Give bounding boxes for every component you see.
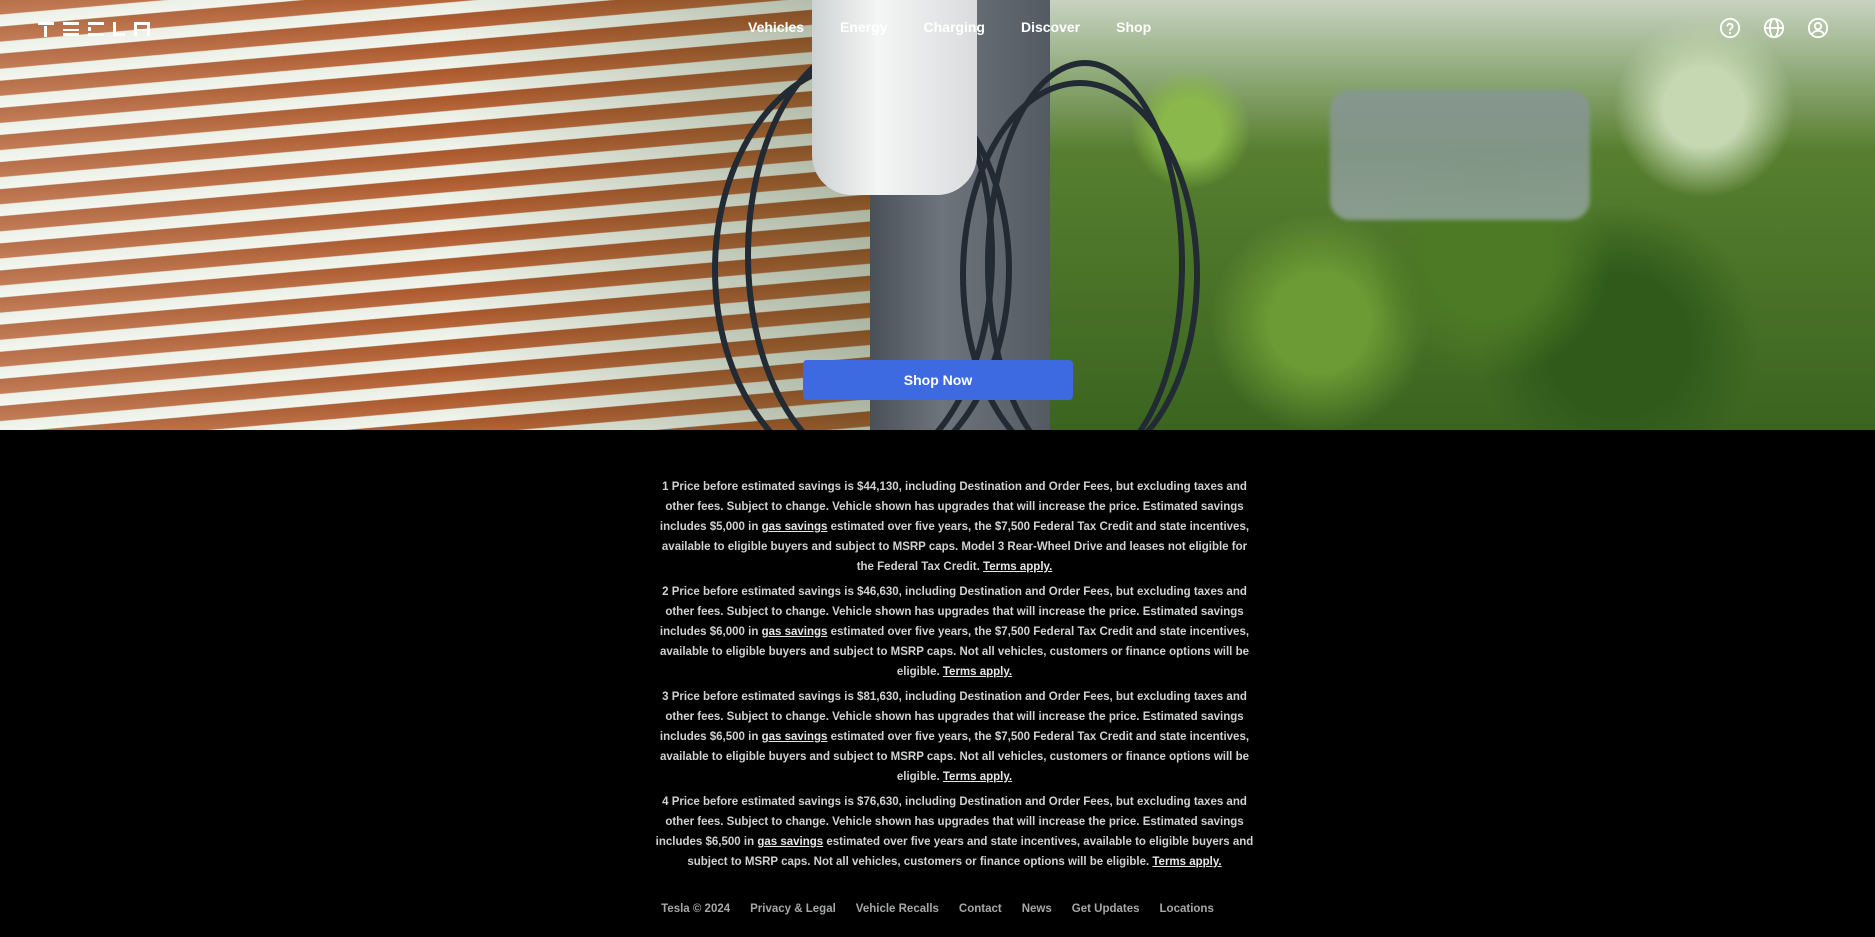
terms-apply-link[interactable]: Terms apply. [943,666,1012,678]
top-nav: Vehicles Energy Charging Discover Shop [0,0,1875,56]
terms-apply-link[interactable]: Terms apply. [983,561,1052,573]
nav-link-discover[interactable]: Discover [1003,19,1098,35]
account-icon[interactable] [1807,17,1829,39]
tesla-logo[interactable] [38,22,150,37]
footer: Tesla © 2024 Privacy & Legal Vehicle Rec… [0,903,1875,915]
nav-link-charging[interactable]: Charging [906,19,1003,35]
footer-link-locations[interactable]: Locations [1160,903,1214,915]
footer-link-privacy-legal[interactable]: Privacy & Legal [750,903,836,915]
copyright: Tesla © 2024 [661,903,731,915]
footer-link-contact[interactable]: Contact [959,903,1002,915]
nav-links: Vehicles Energy Charging Discover Shop [730,19,1169,35]
help-icon[interactable] [1719,17,1741,39]
nav-link-energy[interactable]: Energy [822,19,905,35]
gas-savings-link[interactable]: gas savings [757,836,823,848]
footer-link-news[interactable]: News [1022,903,1052,915]
nav-link-shop[interactable]: Shop [1098,19,1169,35]
footer-link-vehicle-recalls[interactable]: Vehicle Recalls [856,903,939,915]
disclaimer-3: 3 Price before estimated savings is $81,… [659,691,1250,783]
gas-savings-link[interactable]: gas savings [762,626,828,638]
disclaimer-1: 1 Price before estimated savings is $44,… [659,481,1250,573]
footer-link-get-updates[interactable]: Get Updates [1072,903,1140,915]
shop-now-button[interactable]: Shop Now [803,360,1073,400]
disclaimer-4: 4 Price before estimated savings is $76,… [655,796,1254,868]
terms-apply-link[interactable]: Terms apply. [1152,856,1221,868]
gas-savings-link[interactable]: gas savings [762,731,828,743]
disclaimer-2: 2 Price before estimated savings is $46,… [659,586,1250,678]
nav-icons [1719,17,1829,39]
globe-icon[interactable] [1763,17,1785,39]
nav-link-vehicles[interactable]: Vehicles [730,19,822,35]
gas-savings-link[interactable]: gas savings [762,521,828,533]
disclaimers: 1 Price before estimated savings is $44,… [652,477,1257,877]
terms-apply-link[interactable]: Terms apply. [943,771,1012,783]
